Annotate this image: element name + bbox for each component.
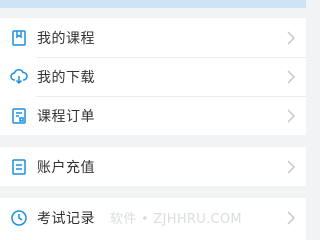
menu-item-my-downloads[interactable]: 我的下载 — [0, 57, 306, 96]
bookmark-book-icon — [9, 28, 29, 48]
menu-item-label: 我的下载 — [37, 69, 95, 86]
menu-item-label: 账户充值 — [37, 159, 95, 176]
menu-item-label: 我的课程 — [37, 30, 95, 47]
menu-group-learning: 我的课程 我的下载 课程订单 — [0, 18, 306, 135]
menu-item-course-orders[interactable]: 课程订单 — [0, 96, 306, 135]
wallet-card-icon — [9, 157, 29, 177]
menu-item-my-courses[interactable]: 我的课程 — [0, 18, 306, 57]
chevron-right-icon — [286, 30, 296, 45]
header-strip — [0, 0, 306, 8]
menu-item-label: 课程订单 — [37, 108, 95, 125]
chevron-right-icon — [286, 108, 296, 123]
menu-item-account-recharge[interactable]: 账户充值 — [0, 147, 306, 186]
chevron-right-icon — [286, 210, 296, 225]
cloud-download-icon — [9, 67, 29, 87]
menu-group-account: 账户充值 — [0, 147, 306, 186]
chevron-right-icon — [286, 69, 296, 84]
clock-icon — [9, 208, 29, 228]
chevron-right-icon — [286, 159, 296, 174]
order-receipt-icon — [9, 106, 29, 126]
menu-item-label: 考试记录 — [37, 210, 95, 227]
watermark: 软件 • ZJHHRU.COM — [110, 212, 242, 227]
